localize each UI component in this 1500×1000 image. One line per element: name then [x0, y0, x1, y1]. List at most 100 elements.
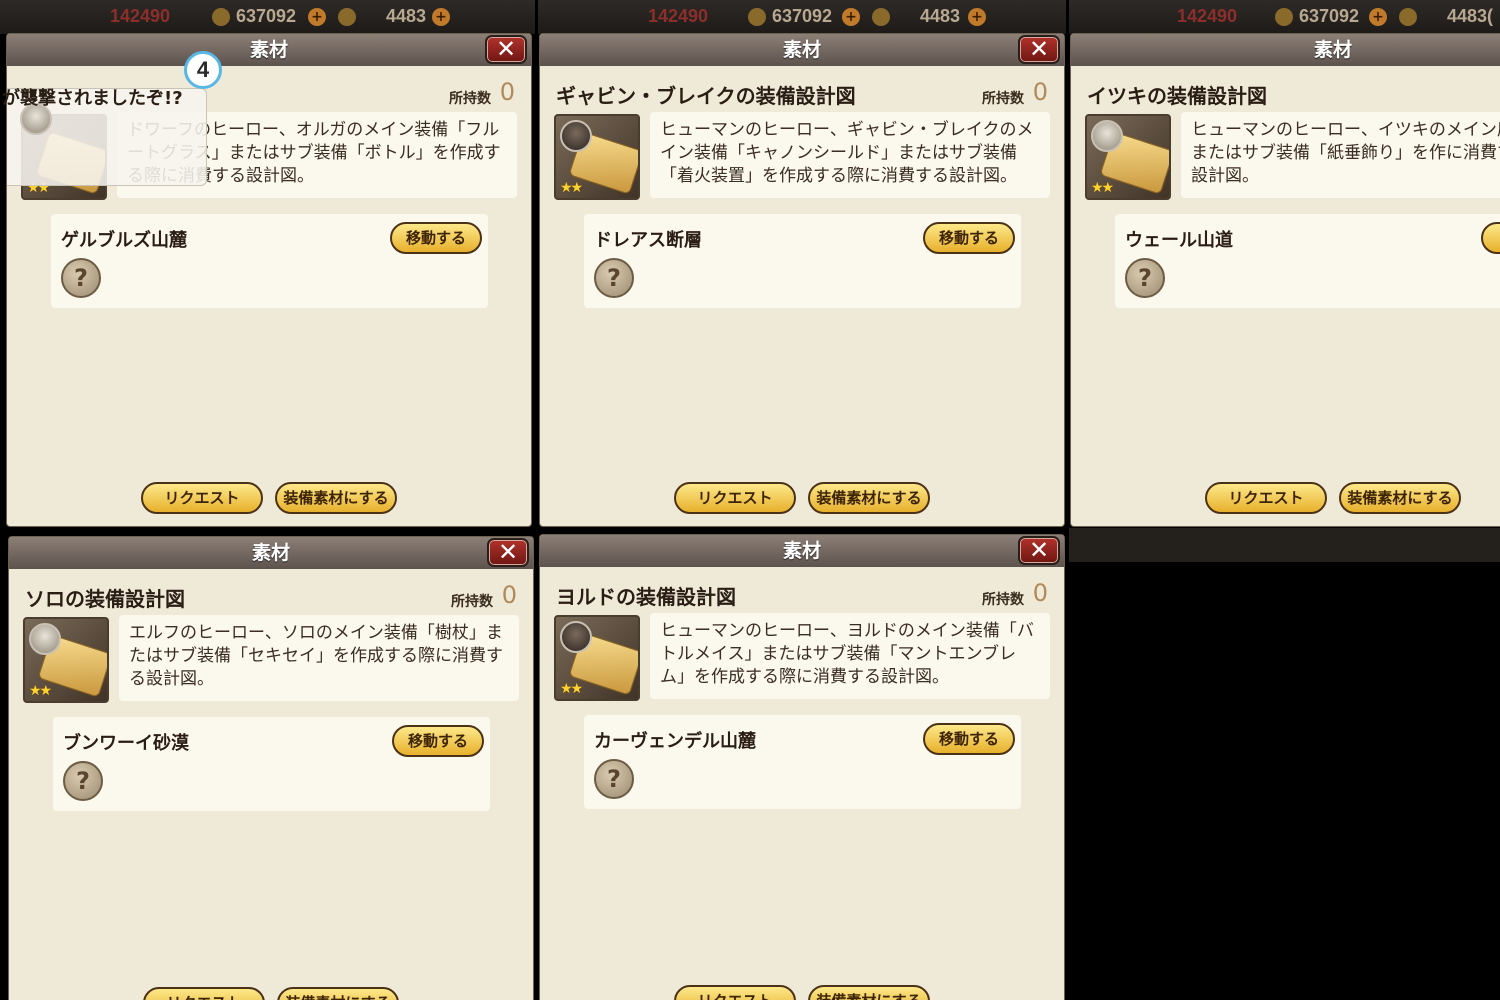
item-description: ヒューマンのヒーロー、ヨルドのメイン装備「バトルメイス」またはサブ装備「マントエ…: [650, 613, 1050, 699]
close-icon: ✕: [497, 538, 519, 566]
make-material-button[interactable]: 装備素材にする: [808, 482, 930, 514]
make-material-button[interactable]: 装備素材にする: [808, 985, 930, 1000]
question-icon: ?: [1125, 258, 1165, 298]
item-name: ギャビン・ブレイクの装備設計図: [556, 84, 856, 108]
notification-badge: 4: [184, 51, 222, 89]
hero-portrait: [560, 621, 592, 653]
hud-stat-red: 142490: [648, 6, 709, 26]
material-panel-5: 素材 ✕ ヨルドの装備設計図 所持数 0 ★★ ヒューマンのヒーロー、ヨルドのメ…: [539, 534, 1065, 1000]
notification-text: が襲撃されましたぞ!?: [2, 88, 183, 109]
hero-portrait: [560, 120, 592, 152]
make-material-button[interactable]: 装備素材にする: [277, 987, 399, 1000]
request-button[interactable]: リクエスト: [141, 482, 263, 514]
owned-label: 所持数: [451, 594, 493, 610]
add-gold-icon[interactable]: +: [842, 8, 860, 26]
hud-stat-red: 142490: [110, 6, 171, 26]
hud-bar-3: 142490 637092 + 4483(: [1069, 0, 1500, 34]
move-button[interactable]: 移動する: [923, 723, 1015, 755]
owned-count: 0: [499, 78, 515, 106]
gold-icon: [212, 8, 230, 26]
hud-gold: 637092: [236, 6, 297, 26]
background-area: [1069, 528, 1500, 562]
add-gold-icon[interactable]: +: [1369, 8, 1387, 26]
hud-gems: 4483(: [1447, 6, 1494, 26]
item-icon: ★★: [554, 114, 640, 200]
location-card: ウェール山道 移動 ?: [1115, 214, 1500, 308]
panel-title: 素材: [540, 34, 1064, 66]
location-name: カーヴェンデル山麓: [594, 731, 756, 752]
material-panel-3: 素材 イツキの装備設計図 ★★ ヒューマンのヒーロー、イツキのメイン扇」またはサ…: [1070, 33, 1500, 527]
item-description: ヒューマンのヒーロー、イツキのメイン扇」またはサブ装備「紙垂飾り」を作に消費する…: [1181, 112, 1500, 198]
panel-title: 素材: [7, 34, 531, 66]
request-button[interactable]: リクエスト: [1205, 482, 1327, 514]
close-button[interactable]: ✕: [485, 35, 527, 64]
location-name: ブンワーイ砂漠: [63, 733, 189, 754]
panel-title: 素材: [540, 535, 1064, 567]
request-button[interactable]: リクエスト: [674, 482, 796, 514]
hud-stat-red: 142490: [1177, 6, 1238, 26]
star-icon: ★★: [560, 180, 583, 196]
gem-icon: [338, 8, 356, 26]
close-button[interactable]: ✕: [1018, 35, 1060, 64]
close-button[interactable]: ✕: [1018, 536, 1060, 565]
location-name: ゲルブルズ山麓: [61, 230, 187, 251]
add-gems-icon[interactable]: +: [432, 8, 450, 26]
close-button[interactable]: ✕: [487, 538, 529, 567]
make-material-button[interactable]: 装備素材にする: [275, 482, 397, 514]
move-button[interactable]: 移動: [1481, 222, 1500, 254]
gem-icon: [872, 8, 890, 26]
move-button[interactable]: 移動する: [390, 222, 482, 254]
request-button[interactable]: リクエスト: [674, 985, 796, 1000]
hud-gems: 4483: [920, 6, 961, 26]
gold-icon: [1275, 8, 1293, 26]
item-icon: ★★: [1085, 114, 1171, 200]
gem-icon: [1399, 8, 1417, 26]
location-name: ウェール山道: [1125, 230, 1233, 251]
item-name: ソロの装備設計図: [25, 587, 185, 611]
close-icon: ✕: [1028, 35, 1050, 63]
question-icon: ?: [594, 759, 634, 799]
material-panel-2: 素材 ✕ ギャビン・ブレイクの装備設計図 所持数 0 ★★ ヒューマンのヒーロー…: [539, 33, 1065, 527]
item-icon: ★★: [23, 617, 109, 703]
item-description: エルフのヒーロー、ソロのメイン装備「樹杖」またはサブ装備「セキセイ」を作成する際…: [119, 615, 519, 701]
move-button[interactable]: 移動する: [392, 725, 484, 757]
owned-count: 0: [1032, 579, 1048, 607]
make-material-button[interactable]: 装備素材にする: [1339, 482, 1461, 514]
question-icon: ?: [594, 258, 634, 298]
question-icon: ?: [61, 258, 101, 298]
location-card: ブンワーイ砂漠 移動する ?: [53, 717, 490, 811]
item-icon: ★★: [554, 615, 640, 701]
item-name: イツキの装備設計図: [1087, 84, 1267, 108]
location-card: ドレアス断層 移動する ?: [584, 214, 1021, 308]
owned-label: 所持数: [982, 91, 1024, 107]
material-panel-4: 素材 ✕ ソロの装備設計図 所持数 0 ★★ エルフのヒーロー、ソロのメイン装備…: [8, 536, 534, 1000]
hud-bar-2: 142490 637092 + 4483 +: [538, 0, 1066, 34]
star-icon: ★★: [1091, 180, 1114, 196]
hud-bar-1: 142490 637092 + 4483 +: [0, 0, 535, 34]
owned-count: 0: [1032, 78, 1048, 106]
location-card: カーヴェンデル山麓 移動する ?: [584, 715, 1021, 809]
close-icon: ✕: [495, 35, 517, 63]
location-name: ドレアス断層: [594, 230, 702, 251]
hero-portrait: [1091, 120, 1123, 152]
question-icon: ?: [63, 761, 103, 801]
gold-icon: [748, 8, 766, 26]
item-name: ヨルドの装備設計図: [556, 585, 736, 609]
close-icon: ✕: [1028, 536, 1050, 564]
hud-gems: 4483: [386, 6, 427, 26]
hero-portrait: [29, 623, 61, 655]
panel-title: 素材: [1071, 34, 1500, 66]
add-gold-icon[interactable]: +: [308, 8, 326, 26]
panel-title: 素材: [9, 537, 533, 569]
hud-gold: 637092: [772, 6, 833, 26]
hud-gold: 637092: [1299, 6, 1360, 26]
star-icon: ★★: [560, 681, 583, 697]
move-button[interactable]: 移動する: [923, 222, 1015, 254]
star-icon: ★★: [29, 683, 52, 699]
location-card: ゲルブルズ山麓 移動する ?: [51, 214, 488, 308]
item-description: ヒューマンのヒーロー、ギャビン・ブレイクのメイン装備「キャノンシールド」またはサ…: [650, 112, 1050, 198]
owned-label: 所持数: [982, 592, 1024, 608]
owned-label: 所持数: [449, 91, 491, 107]
request-button[interactable]: リクエスト: [143, 987, 265, 1000]
add-gems-icon[interactable]: +: [968, 8, 986, 26]
